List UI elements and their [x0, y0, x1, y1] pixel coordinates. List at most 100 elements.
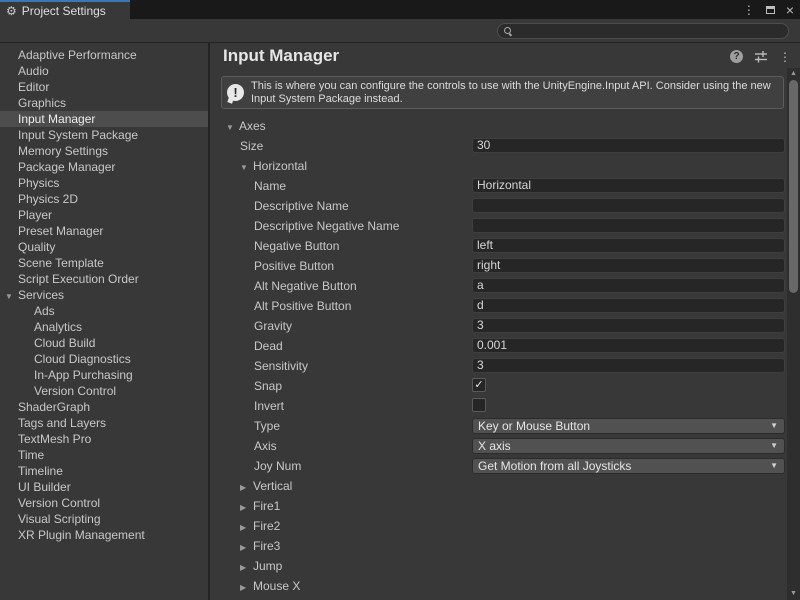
alt-positive-button-field[interactable]: d: [472, 298, 785, 313]
sidebar-item-label: Timeline: [18, 464, 63, 478]
sidebar-item-version-control[interactable]: Version Control: [0, 383, 208, 399]
row-jump[interactable]: ▶Jump: [212, 556, 787, 576]
tab-project-settings[interactable]: ⚙ Project Settings: [0, 0, 130, 19]
sidebar-item-label: Version Control: [34, 384, 116, 398]
sidebar-item-ads[interactable]: Ads: [0, 303, 208, 319]
sensitivity-field[interactable]: 3: [472, 358, 785, 373]
sidebar-item-shadergraph[interactable]: ShaderGraph: [0, 399, 208, 415]
row-label: Axis: [254, 439, 277, 453]
foldout-collapsed-icon[interactable]: ▶: [240, 518, 253, 538]
foldout-expanded-icon[interactable]: ▼: [226, 118, 239, 138]
foldout-collapsed-icon[interactable]: ▶: [240, 558, 253, 578]
name-field[interactable]: Horizontal: [472, 178, 785, 193]
sidebar-item-version-control[interactable]: Version Control: [0, 495, 208, 511]
scrollbar-thumb[interactable]: [789, 80, 798, 293]
context-menu-icon[interactable]: ⋮: [779, 51, 791, 63]
scroll-down-icon[interactable]: ▼: [787, 589, 800, 599]
sidebar-item-label: ShaderGraph: [18, 400, 90, 414]
window-menu-icon[interactable]: ⋮: [743, 4, 755, 16]
negative-button-field[interactable]: left: [472, 238, 785, 253]
type-dropdown[interactable]: Key or Mouse Button▼: [472, 418, 785, 434]
row-mouse-x[interactable]: ▶Mouse X: [212, 576, 787, 596]
search-input[interactable]: [517, 25, 788, 37]
sidebar-item-label: Player: [18, 208, 52, 222]
sidebar-item-label: Adaptive Performance: [18, 48, 137, 62]
sidebar-item-script-execution-order[interactable]: Script Execution Order: [0, 271, 208, 287]
sidebar-item-cloud-build[interactable]: Cloud Build: [0, 335, 208, 351]
scroll-up-icon[interactable]: ▲: [787, 69, 800, 79]
warning-icon: !: [227, 84, 244, 101]
sidebar-item-preset-manager[interactable]: Preset Manager: [0, 223, 208, 239]
dead-field[interactable]: 0.001: [472, 338, 785, 353]
row-axes[interactable]: ▼Axes: [212, 116, 787, 136]
sidebar-item-adaptive-performance[interactable]: Adaptive Performance: [0, 47, 208, 63]
foldout-expanded-icon[interactable]: ▼: [240, 158, 253, 178]
sidebar-item-timeline[interactable]: Timeline: [0, 463, 208, 479]
sidebar-item-editor[interactable]: Editor: [0, 79, 208, 95]
gravity-field[interactable]: 3: [472, 318, 785, 333]
sidebar-item-input-system-package[interactable]: Input System Package: [0, 127, 208, 143]
sidebar-item-services[interactable]: ▼Services: [0, 287, 208, 303]
sidebar-item-xr-plugin-management[interactable]: XR Plugin Management: [0, 527, 208, 543]
sidebar-item-time[interactable]: Time: [0, 447, 208, 463]
row-label: Horizontal: [253, 159, 307, 173]
tab-title: Project Settings: [22, 4, 106, 18]
sidebar-item-label: Graphics: [18, 96, 66, 110]
foldout-collapsed-icon[interactable]: ▶: [240, 538, 253, 558]
sidebar-item-textmesh-pro[interactable]: TextMesh Pro: [0, 431, 208, 447]
row-label: Mouse X: [253, 579, 300, 593]
sidebar-item-label: XR Plugin Management: [18, 528, 145, 542]
sidebar-item-label: UI Builder: [18, 480, 71, 494]
sidebar-item-in-app-purchasing[interactable]: In-App Purchasing: [0, 367, 208, 383]
foldout-expanded-icon[interactable]: ▼: [0, 289, 18, 305]
positive-button-field[interactable]: right: [472, 258, 785, 273]
row-fire3[interactable]: ▶Fire3: [212, 536, 787, 556]
close-icon[interactable]: ×: [786, 3, 794, 17]
sidebar-item-physics[interactable]: Physics: [0, 175, 208, 191]
row-horizontal[interactable]: ▼Horizontal: [212, 156, 787, 176]
sidebar-item-tags-and-layers[interactable]: Tags and Layers: [0, 415, 208, 431]
search-box[interactable]: [497, 23, 789, 39]
sidebar-item-label: Tags and Layers: [18, 416, 106, 430]
size-field[interactable]: 30: [472, 138, 785, 153]
maximize-icon[interactable]: [766, 6, 775, 14]
descriptive-name-field[interactable]: [472, 198, 785, 213]
row-invert: Invert: [212, 396, 787, 416]
foldout-collapsed-icon[interactable]: ▶: [240, 478, 253, 498]
snap-checkbox[interactable]: ✓: [472, 378, 486, 392]
sidebar-item-visual-scripting[interactable]: Visual Scripting: [0, 511, 208, 527]
joy-num-dropdown[interactable]: Get Motion from all Joysticks▼: [472, 458, 785, 474]
sidebar-item-scene-template[interactable]: Scene Template: [0, 255, 208, 271]
descriptive-negative-name-field[interactable]: [472, 218, 785, 233]
row-vertical[interactable]: ▶Vertical: [212, 476, 787, 496]
foldout-collapsed-icon[interactable]: ▶: [240, 498, 253, 518]
sidebar-item-memory-settings[interactable]: Memory Settings: [0, 143, 208, 159]
dropdown-value: X axis: [478, 439, 511, 453]
alt-negative-button-field[interactable]: a: [472, 278, 785, 293]
row-positive-button: Positive Button right: [212, 256, 787, 276]
sidebar-item-physics-2d[interactable]: Physics 2D: [0, 191, 208, 207]
row-label: Positive Button: [254, 259, 334, 273]
sidebar-item-analytics[interactable]: Analytics: [0, 319, 208, 335]
row-fire1[interactable]: ▶Fire1: [212, 496, 787, 516]
help-icon[interactable]: ?: [730, 50, 743, 63]
sidebar-item-quality[interactable]: Quality: [0, 239, 208, 255]
sidebar-item-cloud-diagnostics[interactable]: Cloud Diagnostics: [0, 351, 208, 367]
sidebar-item-ui-builder[interactable]: UI Builder: [0, 479, 208, 495]
sidebar-item-package-manager[interactable]: Package Manager: [0, 159, 208, 175]
vertical-scrollbar[interactable]: ▲ ▼: [787, 68, 800, 600]
row-label: Vertical: [253, 479, 292, 493]
row-fire2[interactable]: ▶Fire2: [212, 516, 787, 536]
sidebar-item-graphics[interactable]: Graphics: [0, 95, 208, 111]
sidebar-item-player[interactable]: Player: [0, 207, 208, 223]
foldout-collapsed-icon[interactable]: ▶: [240, 578, 253, 598]
dropdown-arrow-icon: ▼: [770, 419, 778, 433]
sidebar-item-label: Physics: [18, 176, 59, 190]
gear-icon: ⚙: [6, 5, 17, 17]
sidebar-item-input-manager[interactable]: Input Manager: [0, 111, 208, 127]
row-label: Name: [254, 179, 286, 193]
axis-dropdown[interactable]: X axis▼: [472, 438, 785, 454]
invert-checkbox[interactable]: [472, 398, 486, 412]
presets-icon[interactable]: [754, 50, 768, 63]
sidebar-item-audio[interactable]: Audio: [0, 63, 208, 79]
